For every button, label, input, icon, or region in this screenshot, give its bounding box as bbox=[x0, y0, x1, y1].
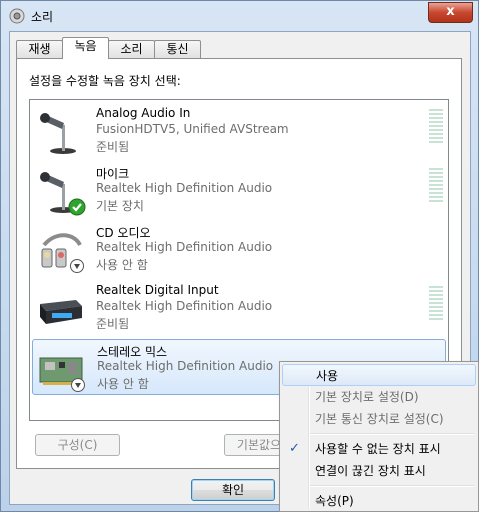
device-driver: FusionHDTV5, Unified AVStream bbox=[96, 122, 289, 136]
title-bar[interactable]: 소리 x bbox=[1, 1, 478, 31]
device-status: 준비됨 bbox=[96, 317, 130, 331]
device-status: 사용 안 함 bbox=[97, 377, 149, 391]
device-item-cd-audio[interactable]: CD 오디오 Realtek High Definition Audio 사용 … bbox=[32, 221, 446, 277]
menu-item-set-default-device[interactable]: 기본 장치로 설정(D) bbox=[282, 386, 476, 408]
device-driver: Realtek High Definition Audio bbox=[96, 299, 273, 313]
device-driver: Realtek High Definition Audio bbox=[97, 359, 274, 373]
level-meter bbox=[429, 286, 443, 324]
window-title: 소리 bbox=[31, 10, 54, 24]
device-status: 기본 장치 bbox=[96, 199, 144, 213]
menu-item-label: 속성(P) bbox=[315, 494, 354, 508]
menu-item-label: 사용 bbox=[316, 369, 339, 383]
configure-button[interactable]: 구성(C) bbox=[35, 434, 120, 456]
checkmark-icon: ✓ bbox=[289, 441, 300, 456]
level-meter bbox=[429, 109, 443, 147]
speaker-icon bbox=[9, 8, 25, 24]
level-meter bbox=[429, 168, 443, 206]
ok-button[interactable]: 확인 bbox=[191, 479, 275, 501]
disabled-arrow-icon bbox=[70, 259, 84, 273]
device-item-microphone[interactable]: 마이크 Realtek High Definition Audio 기본 장치 bbox=[32, 162, 446, 218]
device-item-analog-audio-in[interactable]: Analog Audio In FusionHDTV5, Unified AVS… bbox=[32, 103, 446, 159]
menu-item-label: 사용할 수 없는 장치 표시 bbox=[315, 442, 441, 456]
menu-separator bbox=[310, 485, 474, 487]
tab-playback[interactable]: 재생 bbox=[16, 40, 63, 59]
tab-communications[interactable]: 통신 bbox=[154, 40, 201, 59]
menu-separator bbox=[310, 433, 474, 435]
default-check-icon bbox=[68, 198, 86, 216]
close-button[interactable]: x bbox=[428, 2, 473, 23]
menu-item-properties[interactable]: 속성(P) bbox=[282, 490, 476, 512]
menu-item-label: 기본 장치로 설정(D) bbox=[315, 390, 419, 404]
device-name: Realtek Digital Input bbox=[96, 283, 219, 297]
tab-recording[interactable]: 녹음 bbox=[62, 37, 109, 59]
device-name: Analog Audio In bbox=[96, 106, 191, 120]
menu-item-label: 연결이 끊긴 장치 표시 bbox=[315, 464, 426, 478]
instruction-text: 설정을 수정할 녹음 장치 선택: bbox=[29, 74, 181, 88]
menu-item-show-disconnected-devices[interactable]: 연결이 끊긴 장치 표시 bbox=[282, 460, 476, 482]
disabled-arrow-icon bbox=[71, 378, 85, 392]
menu-item-enable[interactable]: 사용 bbox=[282, 364, 476, 386]
device-status: 사용 안 함 bbox=[96, 258, 148, 272]
device-item-digital-input[interactable]: Realtek Digital Input Realtek High Defin… bbox=[32, 280, 446, 336]
tab-sounds[interactable]: 소리 bbox=[108, 40, 155, 59]
device-driver: Realtek High Definition Audio bbox=[96, 240, 273, 254]
device-name: 마이크 bbox=[96, 167, 130, 181]
device-status: 준비됨 bbox=[96, 140, 130, 154]
device-name: CD 오디오 bbox=[96, 226, 151, 240]
microphone-icon bbox=[40, 113, 76, 154]
menu-item-set-default-comm-device[interactable]: 기본 통신 장치로 설정(C) bbox=[282, 408, 476, 430]
context-menu: 사용 기본 장치로 설정(D) 기본 통신 장치로 설정(C) ✓ 사용할 수 … bbox=[279, 361, 479, 512]
digital-input-device-icon bbox=[40, 300, 82, 324]
menu-item-label: 기본 통신 장치로 설정(C) bbox=[315, 412, 444, 426]
device-name: 스테레오 믹스 bbox=[97, 345, 168, 359]
device-driver: Realtek High Definition Audio bbox=[96, 181, 273, 195]
menu-item-show-disabled-devices[interactable]: ✓ 사용할 수 없는 장치 표시 bbox=[282, 438, 476, 460]
